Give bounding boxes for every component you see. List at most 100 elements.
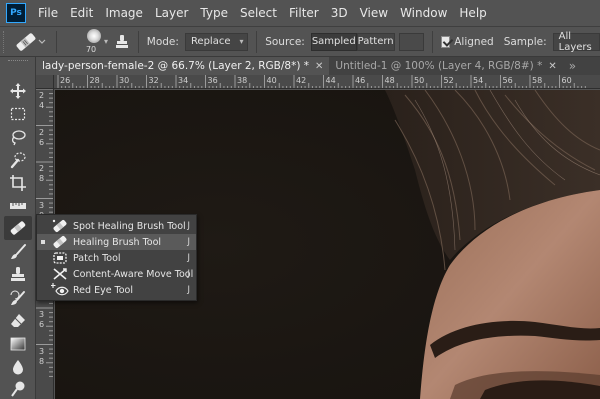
clone-stamp-icon (116, 34, 129, 48)
photoshop-logo-icon[interactable]: Ps (6, 3, 26, 23)
history-brush-icon (10, 290, 25, 305)
flyout-item-shortcut: J (187, 285, 190, 295)
ruler-label: 3 8 (39, 346, 45, 366)
flyout-item-label: Content-Aware Move Tool (73, 268, 194, 280)
brush-tool[interactable] (4, 240, 32, 264)
lasso-icon (11, 130, 26, 146)
ruler-label: 54 (473, 76, 484, 85)
options-bar: 70 ▾ Mode: Replace ▾ Source: Sampled Pat… (0, 26, 600, 57)
content-aware-move-icon (53, 268, 67, 280)
healing-brush-preset-icon (16, 32, 46, 51)
eraser-tool[interactable] (4, 309, 32, 333)
tab-document-untitled[interactable]: Untitled-1 @ 100% (Layer 4, RGB/8#) * ✕ (329, 57, 562, 75)
flyout-item-red-eye[interactable]: Red Eye Tool J (37, 282, 196, 298)
ruler-label: 46 (355, 76, 366, 85)
clone-stamp-tool[interactable] (4, 263, 32, 287)
healing-brush-tool[interactable] (4, 216, 32, 240)
menu-help[interactable]: Help (459, 6, 486, 20)
mode-value: Replace (190, 36, 231, 47)
ruler-label: 60 (561, 76, 572, 85)
aligned-checkbox[interactable] (440, 35, 451, 48)
ruler-label: 38 (237, 76, 248, 85)
ruler-label: 42 (296, 76, 307, 85)
clone-source-panel-button[interactable] (114, 32, 130, 52)
ruler-icon (10, 203, 26, 209)
tool-preset-picker[interactable] (12, 30, 48, 54)
selected-bullet-icon (41, 240, 45, 244)
ruler-label: 36 (207, 76, 218, 85)
move-tool[interactable] (4, 79, 32, 103)
ruler-origin[interactable] (36, 75, 54, 89)
brush-icon (11, 244, 26, 259)
history-brush-tool[interactable] (4, 286, 32, 310)
flyout-item-healing-brush[interactable]: Healing Brush Tool J (37, 234, 196, 250)
ruler-label: 52 (443, 76, 454, 85)
menu-3d[interactable]: 3D (331, 6, 348, 20)
tools-panel (0, 57, 36, 399)
pattern-picker[interactable] (398, 32, 425, 51)
horizontal-ruler[interactable]: 26 28 30 32 34 36 38 40 42 44 46 48 50 52 54 56 58 60 (54, 75, 600, 89)
source-sampled-button[interactable]: Sampled (310, 32, 357, 51)
gradient-tool[interactable] (4, 332, 32, 356)
options-grip[interactable] (3, 30, 6, 53)
dodge-tool[interactable] (4, 377, 32, 399)
blur-drop-icon (13, 360, 23, 375)
menu-window[interactable]: Window (400, 6, 447, 20)
gradient-icon (10, 337, 26, 351)
flyout-item-patch[interactable]: Patch Tool J (37, 250, 196, 266)
tab-label: lady-person-female-2 @ 66.7% (Layer 2, R… (42, 60, 310, 72)
aligned-label: Aligned (454, 35, 494, 48)
mode-label: Mode: (146, 35, 179, 48)
mode-dropdown[interactable]: Replace ▾ (184, 32, 249, 51)
ruler-tool[interactable] (4, 194, 32, 218)
menu-layer[interactable]: Layer (155, 6, 188, 20)
dodge-icon (11, 381, 25, 397)
lasso-tool[interactable] (4, 125, 32, 149)
flyout-item-content-aware-move[interactable]: Content-Aware Move Tool J (37, 266, 196, 282)
menu-image[interactable]: Image (105, 6, 143, 20)
flyout-item-shortcut: J (187, 269, 190, 279)
sample-dropdown[interactable]: All Layers (552, 31, 600, 53)
close-icon[interactable]: ✕ (548, 61, 556, 72)
quick-selection-tool[interactable] (4, 148, 32, 172)
menu-filter[interactable]: Filter (289, 6, 319, 20)
spot-healing-brush-icon (52, 219, 67, 232)
ruler-label: 40 (266, 76, 277, 85)
menu-edit[interactable]: Edit (70, 6, 93, 20)
flyout-item-shortcut: J (187, 253, 190, 263)
menu-view[interactable]: View (360, 6, 388, 20)
ruler-label: 32 (148, 76, 159, 85)
healing-brush-icon (10, 221, 26, 235)
ruler-label: 2 4 (39, 91, 45, 110)
tools-panel-grip[interactable] (8, 60, 28, 63)
menu-select[interactable]: Select (240, 6, 277, 20)
clone-stamp-icon (11, 267, 25, 281)
rectangular-marquee-icon (10, 107, 26, 121)
menu-type[interactable]: Type (200, 6, 228, 20)
flyout-item-spot-healing-brush[interactable]: Spot Healing Brush Tool J (37, 218, 196, 234)
crop-icon (10, 175, 26, 191)
flyout-item-label: Healing Brush Tool (73, 236, 162, 248)
crop-tool[interactable] (4, 171, 32, 195)
brush-picker-chevron-icon[interactable]: ▾ (104, 37, 108, 46)
ruler-label: 30 (119, 76, 130, 85)
close-icon[interactable]: ✕ (315, 61, 323, 72)
sample-label: Sample: (503, 35, 547, 48)
brush-picker[interactable]: 70 (81, 28, 101, 56)
source-pattern-button[interactable]: Pattern (356, 32, 395, 51)
menu-bar: Ps File Edit Image Layer Type Select Fil… (0, 0, 600, 26)
chevron-down-icon: ▾ (239, 36, 244, 46)
tab-document-lady[interactable]: lady-person-female-2 @ 66.7% (Layer 2, R… (36, 57, 330, 75)
separator (432, 30, 433, 53)
marquee-tool[interactable] (4, 102, 32, 126)
ruler-label: 3 6 (39, 310, 45, 329)
document-tab-bar: lady-person-female-2 @ 66.7% (Layer 2, R… (36, 57, 600, 75)
ruler-label: 44 (325, 76, 336, 85)
quick-selection-icon (10, 152, 26, 169)
blur-tool[interactable] (4, 355, 32, 379)
menu-file[interactable]: File (38, 6, 58, 20)
ruler-label: 26 (60, 76, 71, 85)
separator (56, 30, 57, 53)
more-tabs-icon[interactable]: » (563, 57, 582, 75)
move-icon (10, 83, 26, 99)
